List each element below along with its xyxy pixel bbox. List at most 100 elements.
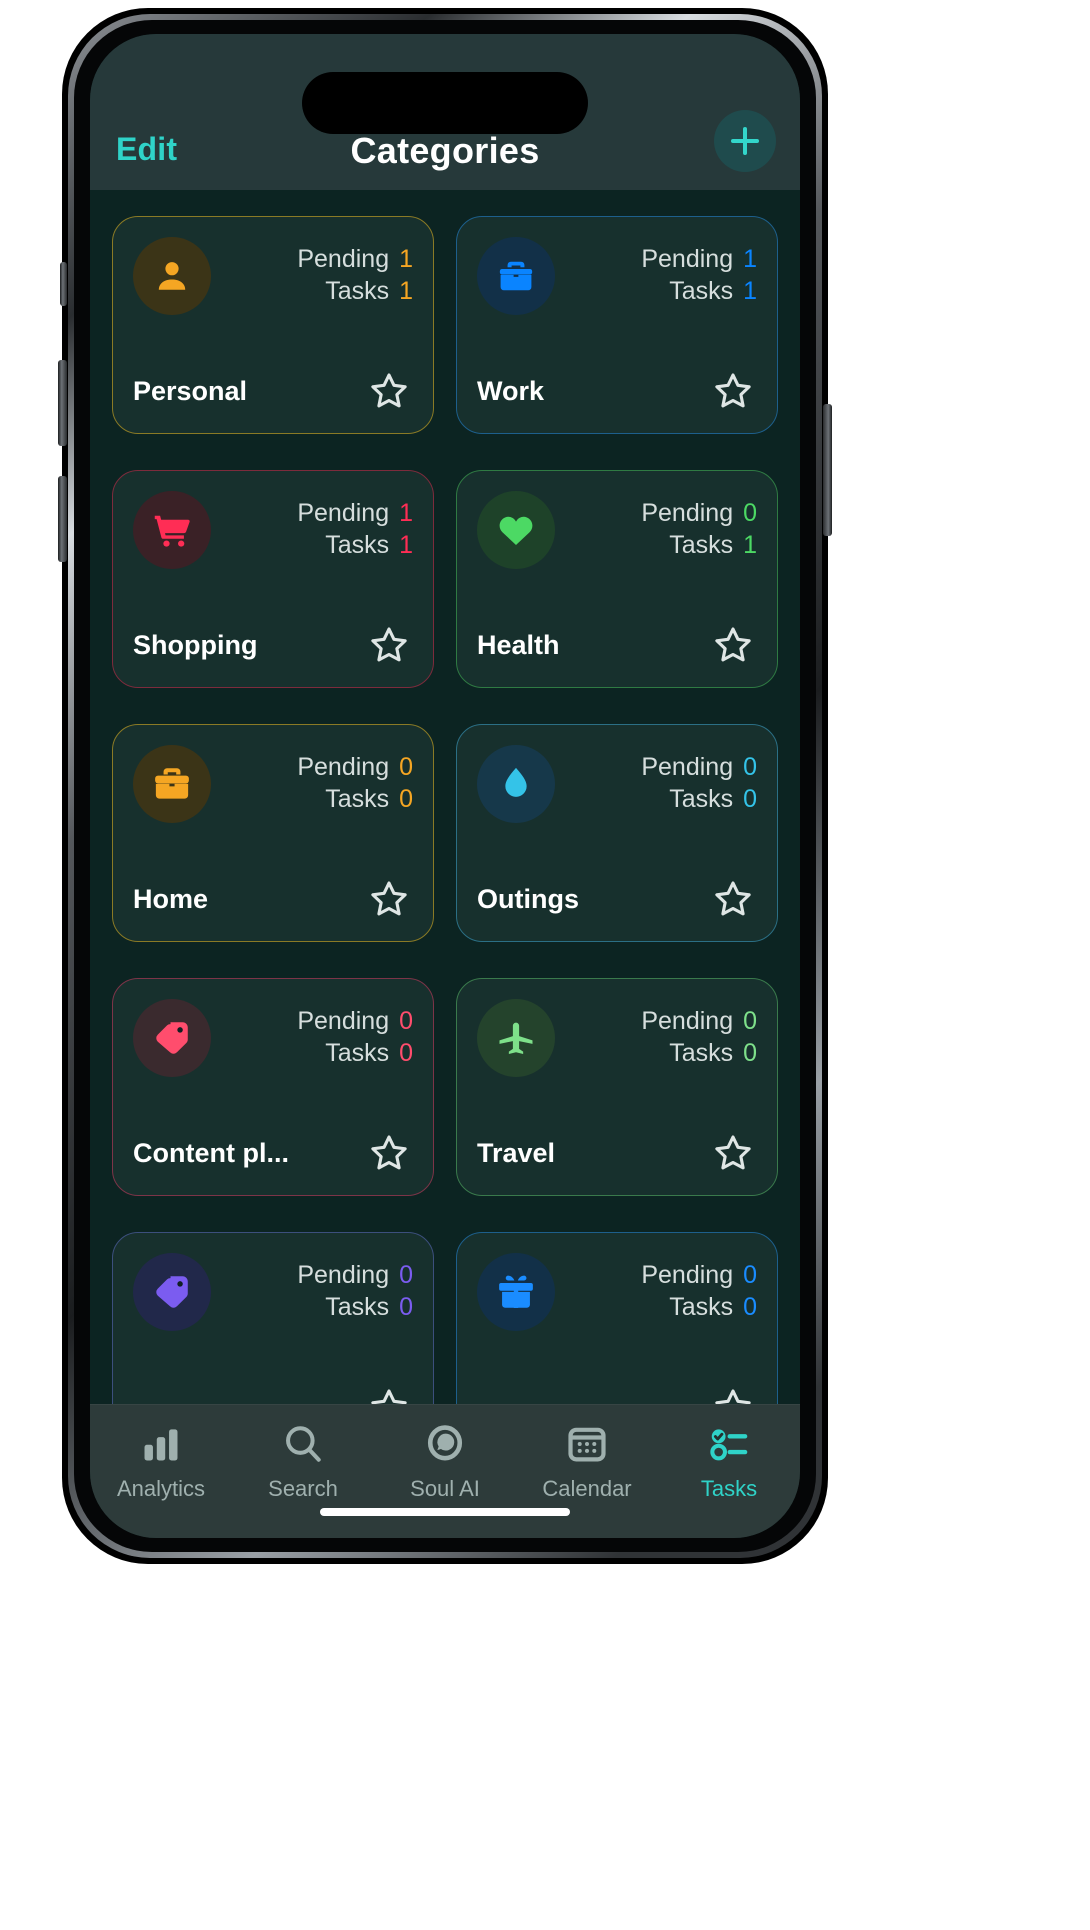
bottom-tab-bar: Analytics Search Soul AI Calendar Tasks xyxy=(90,1404,800,1538)
card-stats: Pending 1 Tasks 1 xyxy=(297,237,413,307)
droplet-icon xyxy=(477,745,555,823)
briefcase-icon xyxy=(477,237,555,315)
card-footer: Travel xyxy=(477,1129,757,1177)
mute-switch[interactable] xyxy=(60,262,67,306)
tab-label: Calendar xyxy=(542,1476,632,1501)
favorite-star-icon[interactable] xyxy=(709,1383,757,1404)
pending-label: Pending xyxy=(297,1261,390,1289)
categories-scroll-area[interactable]: Pending 1 Tasks 1 Personal Pending 1 Tasks 1 Work… xyxy=(90,190,800,1404)
card-header: Pending 0 Tasks 0 xyxy=(133,745,413,823)
tasks-row: Tasks 1 xyxy=(297,275,413,307)
category-title: Content pl... xyxy=(133,1137,289,1168)
pending-count: 0 xyxy=(743,1261,757,1289)
card-header: Pending 1 Tasks 1 xyxy=(133,491,413,569)
checklist-icon xyxy=(706,1421,752,1467)
pending-label: Pending xyxy=(641,1007,734,1035)
airplane-icon xyxy=(477,999,555,1077)
pending-label: Pending xyxy=(297,245,390,273)
favorite-star-icon[interactable] xyxy=(365,1383,413,1404)
card-header: Pending 0 Tasks 0 xyxy=(133,999,413,1077)
home-indicator xyxy=(320,1508,570,1516)
favorite-star-icon[interactable] xyxy=(709,875,757,923)
pending-label: Pending xyxy=(641,499,734,527)
card-header: Pending 0 Tasks 1 xyxy=(477,491,757,569)
nav-right-slot xyxy=(626,110,776,172)
add-category-button[interactable] xyxy=(714,110,776,172)
favorite-star-icon[interactable] xyxy=(709,1129,757,1177)
tasks-label: Tasks xyxy=(325,785,390,813)
pending-label: Pending xyxy=(641,245,734,273)
tab-label: Soul AI xyxy=(410,1476,480,1501)
pending-label: Pending xyxy=(641,1261,734,1289)
tasks-label: Tasks xyxy=(669,1039,734,1067)
tab-analytics[interactable]: Analytics xyxy=(90,1421,232,1502)
volume-down-button[interactable] xyxy=(58,476,67,562)
category-card[interactable]: Pending 1 Tasks 1 Shopping xyxy=(112,470,434,688)
category-card[interactable]: Pending 0 Tasks 1 Health xyxy=(456,470,778,688)
category-card[interactable]: Pending 0 Tasks 0 xyxy=(112,1232,434,1404)
tab-calendar[interactable]: Calendar xyxy=(516,1421,658,1502)
power-button[interactable] xyxy=(823,404,832,536)
card-header: Pending 0 Tasks 0 xyxy=(133,1253,413,1331)
categories-grid: Pending 1 Tasks 1 Personal Pending 1 Tasks 1 Work… xyxy=(112,216,778,1404)
pending-count: 1 xyxy=(399,499,413,527)
category-title: Travel xyxy=(477,1137,556,1168)
plus-icon-vertical xyxy=(743,127,747,155)
calendar-icon xyxy=(564,1421,610,1467)
edit-button[interactable]: Edit xyxy=(114,127,179,172)
category-card[interactable]: Pending 1 Tasks 1 Personal xyxy=(112,216,434,434)
pending-row: Pending 1 xyxy=(297,243,413,275)
card-header: Pending 0 Tasks 0 xyxy=(477,999,757,1077)
favorite-star-icon[interactable] xyxy=(365,875,413,923)
card-footer xyxy=(477,1383,757,1404)
category-card[interactable]: Pending 1 Tasks 1 Work xyxy=(456,216,778,434)
pending-count: 0 xyxy=(743,499,757,527)
category-card[interactable]: Pending 0 Tasks 0 xyxy=(456,1232,778,1404)
card-footer: Personal xyxy=(133,367,413,415)
card-header: Pending 0 Tasks 0 xyxy=(477,745,757,823)
card-footer: Shopping xyxy=(133,621,413,669)
tasks-row: Tasks 0 xyxy=(297,783,413,815)
tasks-label: Tasks xyxy=(325,1039,390,1067)
dynamic-island xyxy=(302,72,588,134)
tasks-row: Tasks 0 xyxy=(641,783,757,815)
heart-icon xyxy=(477,491,555,569)
favorite-star-icon[interactable] xyxy=(365,367,413,415)
tasks-label: Tasks xyxy=(325,277,390,305)
tasks-count: 1 xyxy=(399,277,413,305)
tab-search[interactable]: Search xyxy=(232,1421,374,1502)
pending-row: Pending 0 xyxy=(641,1259,757,1291)
category-card[interactable]: Pending 0 Tasks 0 Outings xyxy=(456,724,778,942)
pending-count: 0 xyxy=(743,1007,757,1035)
tab-label: Search xyxy=(268,1476,338,1501)
category-card[interactable]: Pending 0 Tasks 0 Travel xyxy=(456,978,778,1196)
tab-soul-ai[interactable]: Soul AI xyxy=(374,1421,516,1502)
card-stats: Pending 0 Tasks 0 xyxy=(297,745,413,815)
pending-row: Pending 0 xyxy=(641,497,757,529)
card-footer: Work xyxy=(477,367,757,415)
card-header: Pending 1 Tasks 1 xyxy=(477,237,757,315)
tasks-count: 0 xyxy=(743,785,757,813)
tab-label: Analytics xyxy=(116,1476,206,1501)
category-title: Work xyxy=(477,375,545,406)
pending-label: Pending xyxy=(641,753,734,781)
card-footer: Home xyxy=(133,875,413,923)
tasks-count: 0 xyxy=(399,785,413,813)
favorite-star-icon[interactable] xyxy=(365,1129,413,1177)
tasks-count: 0 xyxy=(743,1293,757,1321)
favorite-star-icon[interactable] xyxy=(365,621,413,669)
category-card[interactable]: Pending 0 Tasks 0 Content pl... xyxy=(112,978,434,1196)
pending-count: 1 xyxy=(743,245,757,273)
card-stats: Pending 0 Tasks 0 xyxy=(297,1253,413,1323)
category-card[interactable]: Pending 0 Tasks 0 Home xyxy=(112,724,434,942)
person-icon xyxy=(133,237,211,315)
favorite-star-icon[interactable] xyxy=(709,367,757,415)
volume-up-button[interactable] xyxy=(58,360,67,446)
favorite-star-icon[interactable] xyxy=(709,621,757,669)
screenshot-stage: Edit Categories Pending 1 Tasks 1 Personal Pe… xyxy=(0,0,1090,1930)
tab-tasks[interactable]: Tasks xyxy=(658,1421,800,1502)
pending-label: Pending xyxy=(297,753,390,781)
tasks-label: Tasks xyxy=(669,785,734,813)
pending-label: Pending xyxy=(297,499,390,527)
card-footer: Health xyxy=(477,621,757,669)
